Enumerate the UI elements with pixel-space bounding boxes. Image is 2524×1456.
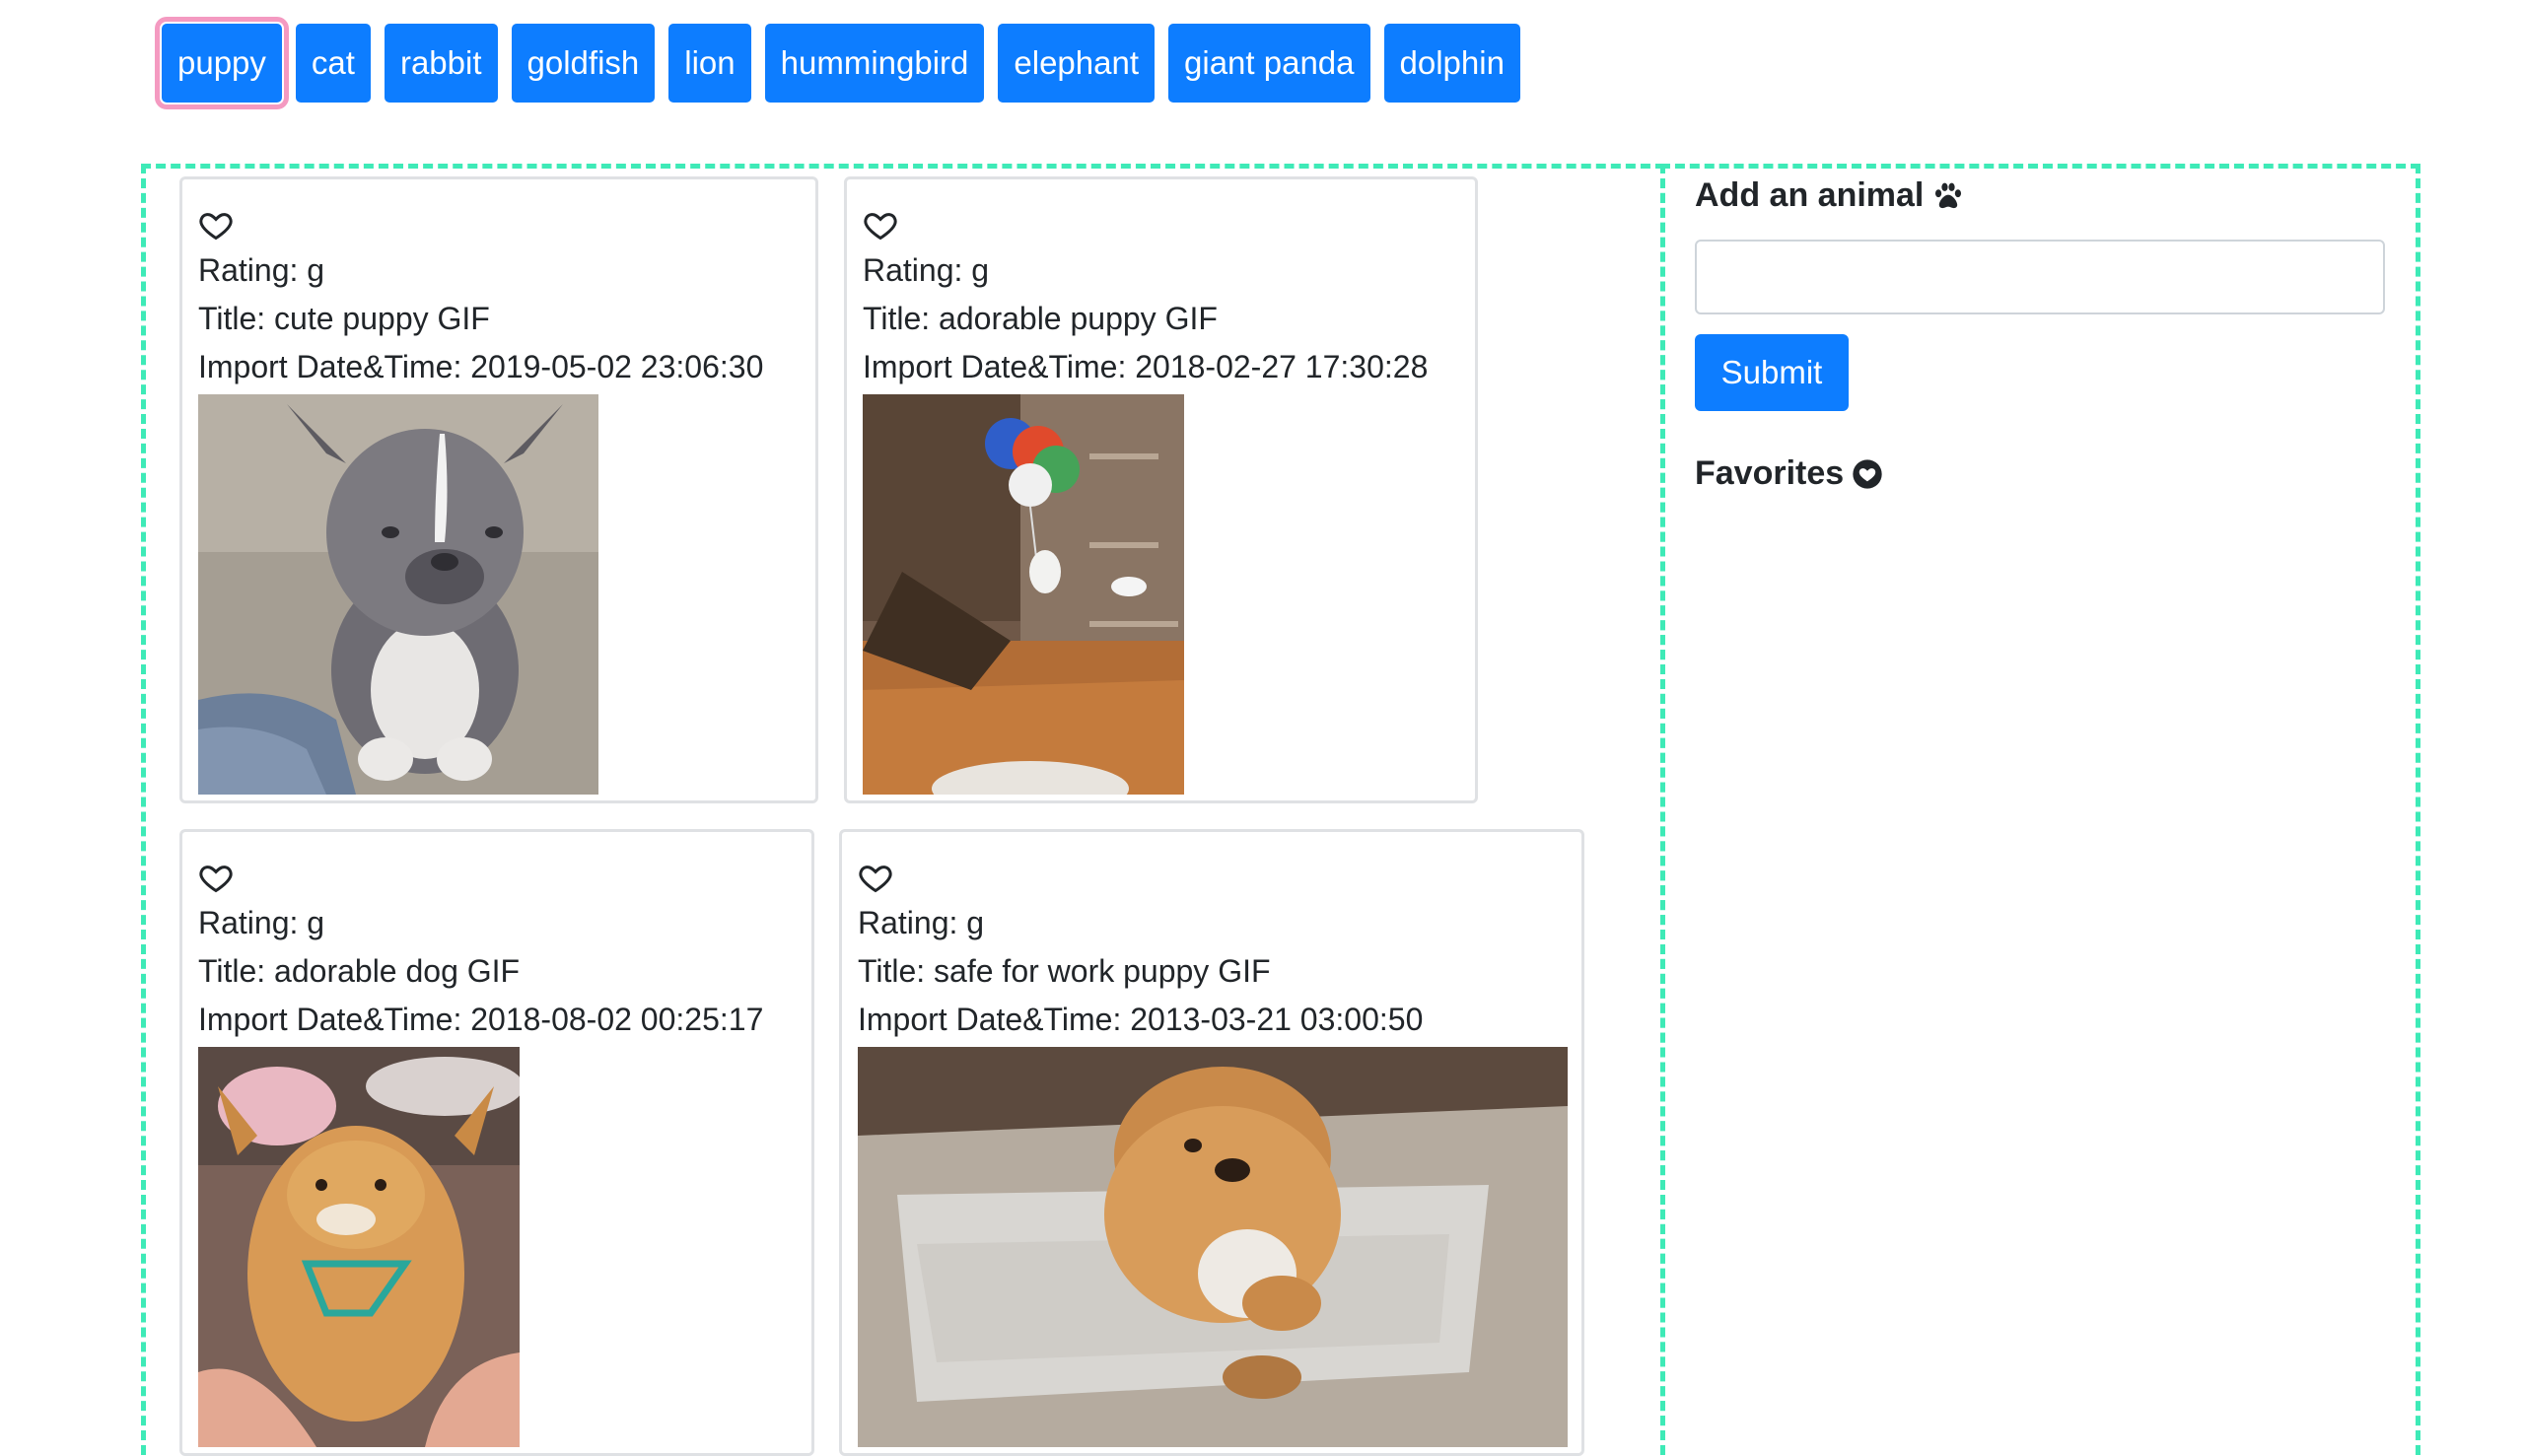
gif-card: Rating: g Title: adorable dog GIF Import…	[179, 829, 814, 1456]
add-animal-input[interactable]	[1695, 240, 2385, 314]
gif-import-datetime: Import Date&Time: 2018-08-02 00:25:17	[198, 1002, 764, 1037]
topic-button-puppy[interactable]: puppy	[155, 17, 289, 109]
gif-import-datetime: Import Date&Time: 2013-03-21 03:00:50	[858, 1002, 1424, 1037]
gif-results-area: Rating: g Title: cute puppy GIF Import D…	[141, 164, 1665, 1456]
add-animal-heading: Add an animal	[1695, 176, 1965, 215]
favorites-heading: Favorites	[1695, 454, 1883, 493]
gif-card: Rating: g Title: cute puppy GIF Import D…	[179, 176, 818, 803]
gif-title: Title: adorable puppy GIF	[863, 301, 1218, 336]
gif-import-datetime: Import Date&Time: 2019-05-02 23:06:30	[198, 349, 764, 384]
sidebar-panel: Add an animal Submit Favorites	[1660, 164, 2420, 1455]
gif-import-datetime: Import Date&Time: 2018-02-27 17:30:28	[863, 349, 1429, 384]
heart-circle-icon	[1853, 458, 1882, 489]
gif-image[interactable]	[863, 394, 1184, 795]
gif-image[interactable]	[858, 1047, 1568, 1447]
gif-card: Rating: g Title: adorable puppy GIF Impo…	[844, 176, 1478, 803]
add-animal-title: Add an animal	[1695, 176, 1925, 214]
topic-button-rabbit[interactable]: rabbit	[384, 24, 498, 103]
topic-button-hummingbird[interactable]: hummingbird	[764, 24, 985, 103]
favorites-title: Favorites	[1695, 454, 1845, 492]
topic-button-dolphin[interactable]: dolphin	[1383, 24, 1520, 103]
gif-title: Title: cute puppy GIF	[198, 301, 490, 336]
gif-title: Title: adorable dog GIF	[198, 953, 521, 989]
gif-title: Title: safe for work puppy GIF	[858, 953, 1271, 989]
gif-rating: Rating: g	[863, 252, 990, 288]
topic-button-giant-panda[interactable]: giant panda	[1168, 24, 1370, 103]
gif-image[interactable]	[198, 1047, 520, 1447]
topic-button-cat[interactable]: cat	[295, 24, 371, 103]
submit-button[interactable]: Submit	[1695, 334, 1849, 411]
heart-outline-icon[interactable]	[198, 207, 234, 243]
topic-button-elephant[interactable]: elephant	[998, 24, 1156, 103]
gif-rating: Rating: g	[198, 252, 325, 288]
gif-rating: Rating: g	[198, 905, 325, 940]
topic-button-lion[interactable]: lion	[668, 24, 751, 103]
gif-card: Rating: g Title: safe for work puppy GIF…	[839, 829, 1584, 1456]
gif-image[interactable]	[198, 394, 598, 795]
topic-button-goldfish[interactable]: goldfish	[511, 24, 656, 103]
heart-outline-icon[interactable]	[198, 860, 234, 895]
heart-outline-icon[interactable]	[863, 207, 898, 243]
paw-icon	[1935, 182, 1962, 208]
heart-outline-icon[interactable]	[858, 860, 893, 895]
topic-buttons: puppy cat rabbit goldfish lion hummingbi…	[155, 17, 1520, 109]
gif-rating: Rating: g	[858, 905, 985, 940]
